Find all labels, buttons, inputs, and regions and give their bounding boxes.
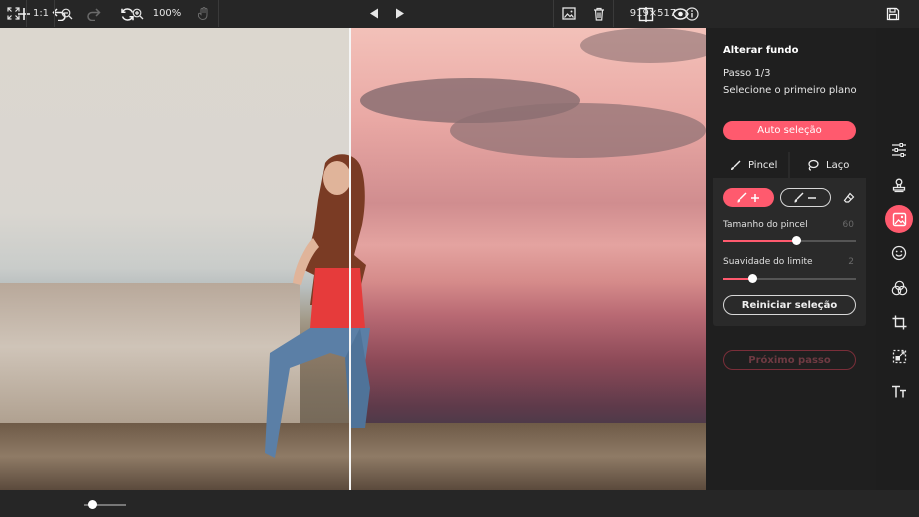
instruction-text: Selecione o primeiro plano — [723, 85, 857, 96]
cloud-shape — [580, 28, 706, 63]
brush-icon — [731, 160, 741, 170]
brush-size-label: Tamanho do pincel — [723, 220, 808, 230]
image-dimensions: 919×517 — [629, 8, 677, 19]
step-label: Passo 1/3 — [723, 68, 771, 79]
face-icon[interactable] — [885, 239, 913, 267]
edge-softness-slider[interactable] — [723, 274, 856, 283]
tab-lasso[interactable]: Laço — [790, 152, 866, 178]
text-icon[interactable] — [885, 377, 913, 405]
bottom-separator — [54, 0, 55, 27]
brush-subtract-button[interactable] — [780, 188, 831, 207]
tab-brush-label: Pincel — [748, 159, 778, 171]
zoom-in-icon[interactable] — [129, 0, 147, 27]
brush-size-slider[interactable] — [723, 236, 856, 245]
zoom-level: 100% — [152, 8, 182, 19]
brush-add-button[interactable] — [723, 188, 774, 207]
auto-select-button[interactable]: Auto seleção — [723, 121, 856, 140]
circles-icon[interactable] — [885, 274, 913, 302]
tab-brush[interactable]: Pincel — [713, 152, 788, 178]
sliders-icon[interactable] — [885, 136, 913, 164]
cloud-shape — [450, 103, 706, 158]
next-step-button[interactable]: Próximo passo — [723, 350, 856, 370]
gallery-icon[interactable] — [559, 0, 579, 27]
fit-screen-icon[interactable] — [2, 0, 24, 27]
photo-canvas[interactable] — [0, 28, 706, 490]
eraser-icon — [843, 192, 855, 203]
save-icon[interactable] — [882, 3, 904, 25]
person-figure — [265, 154, 370, 458]
resize-icon[interactable] — [885, 342, 913, 370]
edge-softness-value: 2 — [848, 257, 854, 267]
reset-selection-button[interactable]: Reiniciar seleção — [723, 295, 856, 315]
trash-icon[interactable] — [589, 0, 609, 27]
crop-icon[interactable] — [885, 308, 913, 336]
panel-title: Alterar fundo — [723, 45, 799, 56]
image-icon[interactable] — [885, 205, 913, 233]
brush-plus-icon — [737, 192, 759, 202]
bottom-separator — [613, 0, 614, 27]
stamp-icon[interactable] — [885, 171, 913, 199]
bottom-separator — [26, 0, 27, 27]
brush-size-value: 60 — [842, 220, 854, 230]
next-icon[interactable] — [390, 0, 410, 27]
bottom-bar — [0, 490, 919, 517]
redo-icon[interactable] — [82, 3, 104, 25]
eraser-button[interactable] — [840, 188, 858, 207]
zoom-out-icon[interactable] — [58, 0, 76, 27]
city-background — [0, 283, 300, 443]
tab-lasso-label: Laço — [826, 159, 850, 171]
compare-divider[interactable] — [349, 28, 351, 490]
edited-photo-half — [350, 28, 706, 490]
edge-softness-label: Suavidade do limite — [723, 257, 813, 267]
brush-size-fill — [723, 240, 797, 242]
brush-minus-icon — [794, 192, 816, 202]
info-icon[interactable] — [682, 0, 702, 27]
previous-icon[interactable] — [364, 0, 384, 27]
bottom-separator — [218, 0, 219, 27]
actual-size-button[interactable]: 1:1 — [28, 0, 54, 27]
hand-icon[interactable] — [194, 0, 214, 27]
bottom-separator — [553, 0, 554, 27]
lasso-icon — [808, 159, 819, 171]
